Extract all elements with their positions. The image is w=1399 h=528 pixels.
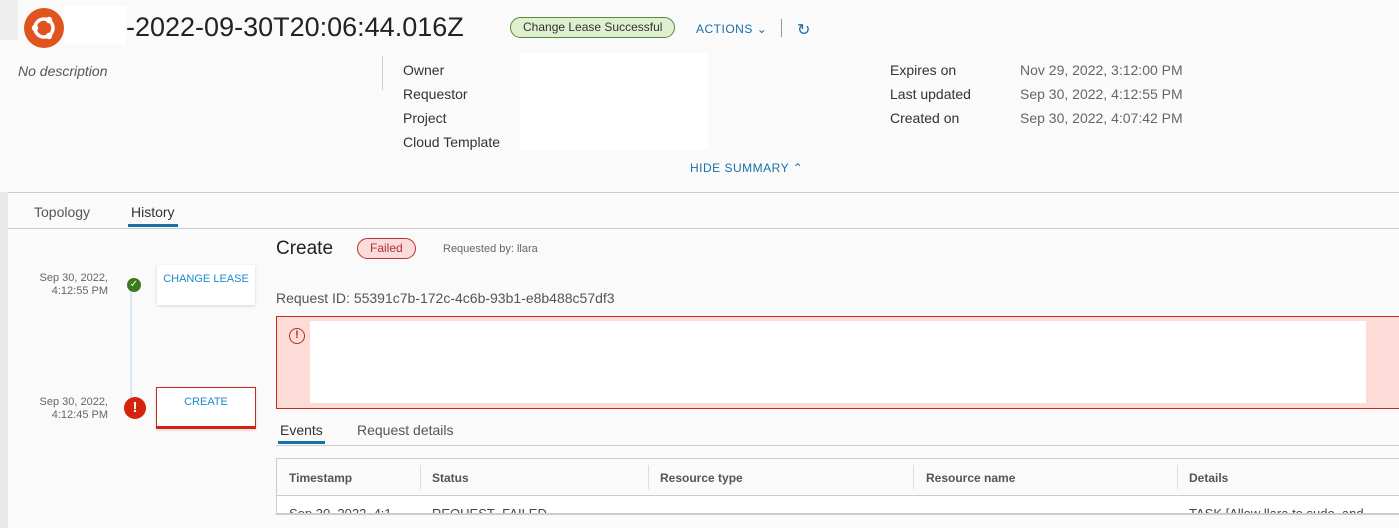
date-values: Nov 29, 2022, 3:12:00 PM Sep 30, 2022, 4… xyxy=(1020,58,1183,130)
divider xyxy=(648,465,649,489)
col-resource-name[interactable]: Resource name xyxy=(926,471,1015,485)
expires-label: Expires on xyxy=(890,62,957,78)
actions-button[interactable]: ACTIONS ⌄ xyxy=(696,22,767,36)
divider xyxy=(420,465,421,489)
time: 4:12:55 PM xyxy=(51,285,108,297)
requestor-label: Requestor xyxy=(403,86,468,102)
expires-value: Nov 29, 2022, 3:12:00 PM xyxy=(1020,62,1183,78)
timeline-card-change-lease[interactable]: CHANGE LEASE xyxy=(157,265,255,305)
error-icon: ! xyxy=(124,397,146,419)
last-updated-label: Last updated xyxy=(890,86,971,102)
last-updated-value: Sep 30, 2022, 4:12:55 PM xyxy=(1020,86,1183,102)
ubuntu-logo-icon xyxy=(24,8,64,48)
success-check-icon: ✓ xyxy=(127,278,141,292)
page-title: -2022-09-30T20:06:44.016Z xyxy=(126,12,464,42)
failed-badge: Failed xyxy=(357,238,416,259)
hide-summary-button[interactable]: HIDE SUMMARY ⌃ xyxy=(690,161,803,175)
created-value: Sep 30, 2022, 4:07:42 PM xyxy=(1020,110,1183,126)
redacted-name xyxy=(64,6,126,44)
divider xyxy=(913,465,914,489)
timeline-card-create[interactable]: CREATE xyxy=(156,387,256,429)
error-alert: ! xyxy=(276,316,1399,409)
divider xyxy=(8,228,1399,229)
chevron-down-icon: ⌄ xyxy=(756,22,768,36)
left-gutter xyxy=(0,0,18,40)
request-id: Request ID: 55391c7b-172c-4c6b-93b1-e8b4… xyxy=(276,290,615,306)
summary-labels: Owner Requestor Project Cloud Template xyxy=(403,58,500,154)
refresh-icon[interactable]: ↻ xyxy=(797,20,810,40)
divider xyxy=(276,445,1399,446)
timeline-timestamp: Sep 30, 2022, 4:12:45 PM xyxy=(8,396,108,422)
created-label: Created on xyxy=(890,110,960,126)
tab-request-details[interactable]: Request details xyxy=(357,422,454,438)
tab-history[interactable]: History xyxy=(128,204,178,227)
time: 4:12:45 PM xyxy=(51,409,108,421)
tab-events[interactable]: Events xyxy=(278,422,325,444)
cell-details: TASK [Allow llara to sudo, and xyxy=(1189,506,1364,514)
events-table: Timestamp Status Resource type Resource … xyxy=(276,458,1399,514)
request-title: Create xyxy=(276,238,334,259)
chevron-up-icon: ⌃ xyxy=(792,161,804,175)
divider xyxy=(8,192,1399,193)
table-row[interactable]: Sep 30, 2022, 4:1 REQUEST_FAILED TASK [A… xyxy=(277,496,1399,514)
date: Sep 30, 2022, xyxy=(39,272,108,284)
actions-label: ACTIONS xyxy=(696,22,753,36)
date-labels: Expires on Last updated Created on xyxy=(890,58,971,130)
divider xyxy=(1177,465,1178,489)
timeline-line xyxy=(130,290,132,400)
date: Sep 30, 2022, xyxy=(39,396,108,408)
col-status[interactable]: Status xyxy=(432,471,469,485)
project-label: Project xyxy=(403,110,447,126)
requested-by: Requested by: llara xyxy=(443,243,538,255)
table-footer xyxy=(276,514,1399,528)
cell-status: REQUEST_FAILED xyxy=(432,506,547,514)
col-resource-type[interactable]: Resource type xyxy=(660,471,743,485)
status-badge: Change Lease Successful xyxy=(510,17,676,38)
owner-label: Owner xyxy=(403,62,445,78)
hide-summary-label: HIDE SUMMARY xyxy=(690,161,789,175)
redacted-error-message xyxy=(310,321,1366,403)
cloud-template-label: Cloud Template xyxy=(403,134,501,150)
tab-topology[interactable]: Topology xyxy=(34,204,90,220)
left-gutter xyxy=(0,192,8,528)
table-header: Timestamp Status Resource type Resource … xyxy=(277,459,1399,496)
col-timestamp[interactable]: Timestamp xyxy=(289,471,352,485)
timeline-timestamp: Sep 30, 2022, 4:12:55 PM xyxy=(8,272,108,298)
redacted-values xyxy=(520,53,708,150)
alert-icon: ! xyxy=(289,328,305,344)
divider xyxy=(382,56,383,90)
cell-timestamp: Sep 30, 2022, 4:1 xyxy=(289,506,392,514)
col-details[interactable]: Details xyxy=(1189,471,1228,485)
divider xyxy=(781,19,782,37)
description: No description xyxy=(18,63,108,79)
